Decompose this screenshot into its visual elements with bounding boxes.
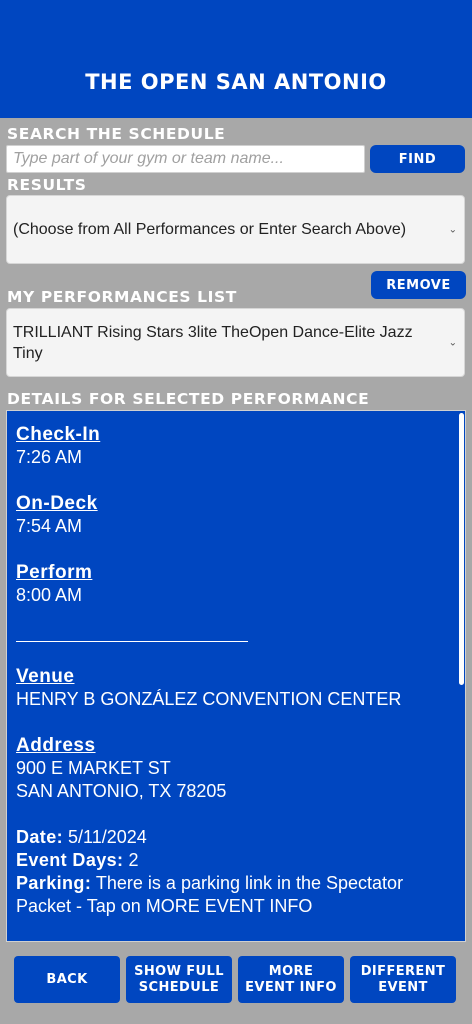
parking-label: Parking: [16,873,92,893]
address-heading: Address [16,735,96,756]
back-button[interactable]: BACK [14,956,120,1003]
results-label: RESULTS [7,176,87,194]
checkin-heading: Check-In [16,424,101,445]
venue-heading: Venue [16,666,75,687]
event-days-row: Event Days: 2 [16,849,449,872]
divider [16,641,449,642]
ondeck-heading: On-Deck [16,493,98,514]
perform-time: 8:00 AM [16,585,83,605]
ondeck-time: 7:54 AM [16,516,83,536]
venue-name: HENRY B GONZÁLEZ CONVENTION CENTER [16,689,402,709]
event-days-label: Event Days: [16,850,124,870]
date-row: Date: 5/11/2024 [16,826,449,849]
address-block: Address 900 E MARKET ST SAN ANTONIO, TX … [16,734,449,803]
details-scrollbar[interactable] [459,413,464,685]
chevron-down-icon: ⌄ [448,224,457,235]
details-label: DETAILS FOR SELECTED PERFORMANCE [7,390,370,408]
event-days-value: 2 [128,850,139,870]
perform-block: Perform 8:00 AM [16,561,449,607]
parking-row: Parking: There is a parking link in the … [16,872,449,918]
page-title: THE OPEN SAN ANTONIO [85,70,387,94]
perform-heading: Perform [16,562,93,583]
my-performances-select[interactable]: TRILLIANT Rising Stars 3lite TheOpen Dan… [6,308,465,377]
checkin-block: Check-In 7:26 AM [16,423,449,469]
different-event-button[interactable]: DIFFERENT EVENT [350,956,456,1003]
venue-block: Venue HENRY B GONZÁLEZ CONVENTION CENTER [16,665,449,711]
find-button[interactable]: FIND [370,145,465,173]
checkin-time: 7:26 AM [16,447,83,467]
chevron-down-icon: ⌄ [448,337,457,348]
address-line-1: 900 E MARKET ST [16,758,171,778]
remove-button[interactable]: REMOVE [371,271,466,299]
show-full-schedule-button[interactable]: SHOW FULL SCHEDULE [126,956,232,1003]
address-line-2: SAN ANTONIO, TX 78205 [16,781,227,801]
my-performances-select-value: TRILLIANT Rising Stars 3lite TheOpen Dan… [13,323,413,362]
search-label: SEARCH THE SCHEDULE [7,125,226,143]
date-label: Date: [16,827,64,847]
results-select[interactable]: (Choose from All Performances or Enter S… [6,195,465,264]
ondeck-block: On-Deck 7:54 AM [16,492,449,538]
results-select-value: (Choose from All Performances or Enter S… [13,220,407,238]
performance-details-panel[interactable]: Check-In 7:26 AM On-Deck 7:54 AM Perform… [6,410,466,942]
app-header: THE OPEN SAN ANTONIO [0,0,472,118]
more-event-info-button[interactable]: MORE EVENT INFO [238,956,344,1003]
search-input[interactable] [6,145,365,173]
my-performances-label: MY PERFORMANCES LIST [7,288,237,306]
date-value: 5/11/2024 [68,827,147,847]
